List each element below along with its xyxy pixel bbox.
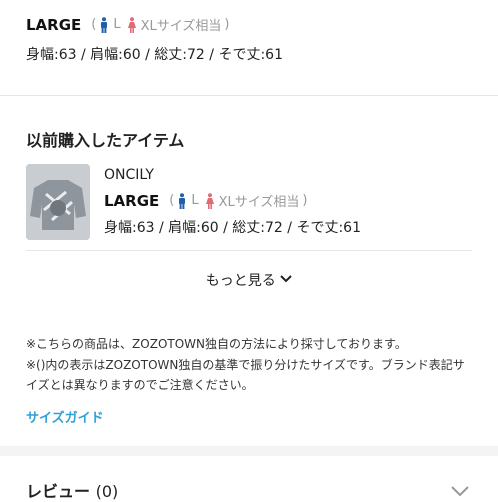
review-label: レビュー bbox=[26, 482, 91, 501]
measure-note: ※こちらの商品は、ZOZOTOWN独自の方法により採寸しております。 bbox=[26, 337, 407, 351]
woman-icon bbox=[205, 192, 215, 209]
female-size: XLサイズ相当 bbox=[127, 15, 222, 34]
male-size: L bbox=[99, 16, 121, 33]
female-size-label: XLサイズ相当 bbox=[140, 19, 222, 34]
size-note: ※()内の表示はZOZOTOWN独自の基準で振り分けたサイズです。ブランド表記サ… bbox=[26, 358, 465, 392]
size-row: LARGE ( L XLサイズ相当 ) bbox=[26, 15, 230, 35]
item-brand[interactable]: ONCILY bbox=[104, 167, 154, 183]
divider bbox=[26, 250, 472, 251]
man-icon bbox=[177, 192, 187, 209]
male-size-label: L bbox=[191, 193, 199, 208]
female-size: XLサイズ相当 bbox=[205, 191, 300, 210]
current-size-section: LARGE ( L XLサイズ相当 ) 身幅:63 / 肩幅:60 / 総丈:7… bbox=[0, 0, 498, 95]
previous-items-title: 以前購入したアイテム bbox=[26, 131, 185, 150]
divider bbox=[0, 95, 498, 96]
paren-close: ) bbox=[302, 193, 308, 208]
size-guide-link[interactable]: サイズガイド bbox=[26, 407, 104, 426]
paren-close: ) bbox=[224, 17, 230, 32]
item-size-row: LARGE ( L XLサイズ相当 ) bbox=[104, 191, 308, 211]
male-size-label: L bbox=[113, 17, 121, 32]
section-separator bbox=[0, 446, 498, 456]
item-thumbnail[interactable] bbox=[26, 164, 90, 240]
male-size: L bbox=[177, 192, 199, 209]
man-icon bbox=[99, 16, 109, 33]
paren-open: ( bbox=[91, 17, 97, 32]
sweatshirt-image bbox=[26, 164, 90, 240]
review-header[interactable]: レビュー (0) bbox=[26, 478, 118, 502]
show-more-button[interactable]: もっと見る bbox=[0, 270, 498, 290]
item-size-name: LARGE bbox=[104, 191, 160, 210]
woman-icon bbox=[127, 16, 137, 33]
paren-open: ( bbox=[169, 193, 175, 208]
review-count: (0) bbox=[95, 482, 119, 501]
size-name: LARGE bbox=[26, 15, 82, 34]
chevron-down-icon bbox=[280, 272, 292, 288]
female-size-label: XLサイズ相当 bbox=[218, 195, 300, 210]
chevron-down-icon[interactable] bbox=[450, 482, 470, 501]
show-more-label: もっと見る bbox=[205, 273, 276, 289]
item-measurements: 身幅:63 / 肩幅:60 / 総丈:72 / そで丈:61 bbox=[104, 220, 361, 236]
measurements: 身幅:63 / 肩幅:60 / 総丈:72 / そで丈:61 bbox=[26, 47, 283, 63]
